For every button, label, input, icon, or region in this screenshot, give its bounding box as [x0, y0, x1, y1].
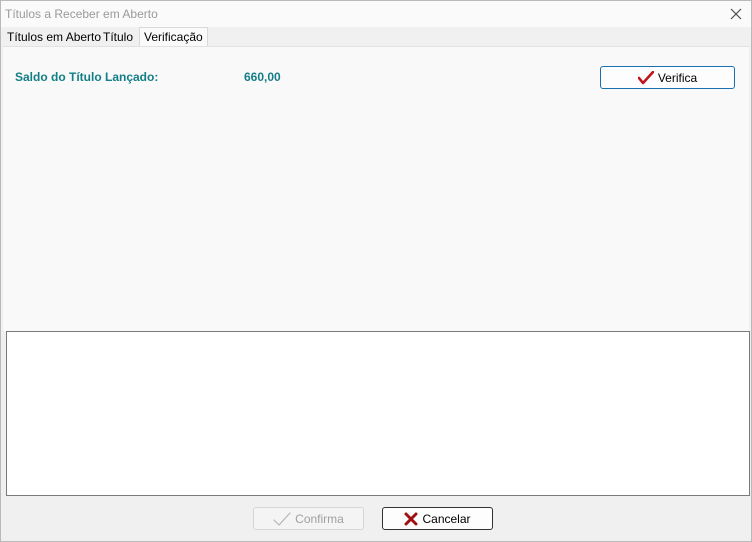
saldo-value: 660,00: [244, 70, 281, 84]
cancelar-label: Cancelar: [422, 511, 471, 526]
check-icon: [637, 70, 654, 85]
verifica-label: Verifica: [657, 70, 698, 85]
verification-memo[interactable]: [6, 353, 750, 496]
saldo-label: Saldo do Título Lançado:: [15, 70, 159, 84]
x-icon: [404, 512, 418, 526]
status-edit-field[interactable]: [6, 331, 750, 354]
close-icon: [730, 8, 742, 20]
tab-verificacao[interactable]: Verificação: [139, 27, 208, 47]
verifica-button[interactable]: Verifica: [600, 66, 735, 89]
title-bar: Títulos a Receber em Aberto: [1, 1, 751, 27]
window-title: Títulos a Receber em Aberto: [5, 7, 158, 21]
verification-panel: Saldo do Título Lançado: 660,00 Verifica: [3, 46, 749, 331]
check-icon: [273, 511, 291, 526]
tab-bar: Títulos em Aberto Título Verificação: [3, 27, 749, 47]
confirma-label: Confirma: [295, 511, 344, 526]
close-button[interactable]: [725, 3, 747, 25]
cancelar-button[interactable]: Cancelar: [382, 507, 493, 530]
tab-titulo[interactable]: Título: [99, 29, 137, 46]
dialog-window: Títulos a Receber em Aberto Títulos em A…: [0, 0, 752, 542]
tab-titulos-em-aberto[interactable]: Títulos em Aberto: [3, 29, 105, 46]
confirma-button[interactable]: Confirma: [253, 507, 364, 530]
